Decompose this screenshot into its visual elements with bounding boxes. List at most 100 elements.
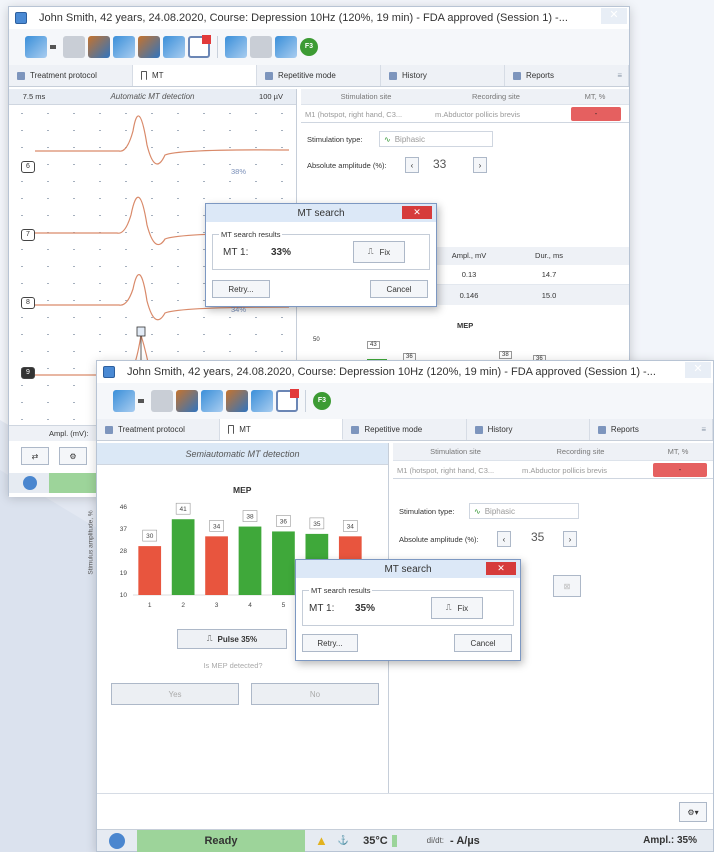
tab-history[interactable]: History <box>381 65 505 86</box>
patient-icon[interactable] <box>113 390 135 412</box>
table-row[interactable]: 0.146 15.0 <box>429 285 629 305</box>
export-icon[interactable] <box>138 36 160 58</box>
clear-button[interactable]: ⊠ <box>553 575 581 597</box>
close-button[interactable]: ✕ <box>685 362 711 378</box>
no-button[interactable]: No <box>251 683 379 705</box>
stimulation-site-cell: M1 (hotspot, right hand, C3... <box>397 465 495 475</box>
info-icon[interactable] <box>109 832 125 849</box>
report-icon[interactable] <box>251 390 273 412</box>
mt-pulse-icon <box>228 424 235 434</box>
tab-treatment-protocol[interactable]: Treatment protocol <box>97 419 221 440</box>
cancel-button[interactable]: Cancel <box>370 280 428 298</box>
didt-value: - A/µs <box>450 834 480 847</box>
amp-decrease-button[interactable]: ‹ <box>497 531 511 547</box>
tabs-menu-icon[interactable]: ≡ <box>701 425 706 434</box>
tab-reports[interactable]: Reports ≡ <box>590 419 714 440</box>
settings-tool-button[interactable]: ⚙ <box>59 447 87 465</box>
tab-repetitive-mode[interactable]: Repetitive mode <box>257 65 381 86</box>
amp-scale-select[interactable]: 100 µV <box>246 92 296 101</box>
coil-icon[interactable] <box>225 36 247 58</box>
session-icon[interactable] <box>88 36 110 58</box>
mt-value-cell[interactable]: - <box>571 107 621 121</box>
dialog-close-button[interactable]: ✕ <box>402 206 432 219</box>
document-icon[interactable] <box>113 36 135 58</box>
stim-type-select[interactable]: ∿ Biphasic <box>379 131 493 147</box>
disabled-tool-icon <box>151 390 173 412</box>
amp-increase-button[interactable]: › <box>563 531 577 547</box>
biphasic-icon: ∿ <box>384 134 391 144</box>
table-row[interactable]: M1 (hotspot, right hand, C3... m.Abducto… <box>393 461 713 479</box>
ready-status: Ready <box>137 829 305 852</box>
report-icon[interactable] <box>163 36 185 58</box>
session-icon[interactable] <box>176 390 198 412</box>
y-axis-label: Stimulus amplitude, % <box>87 510 95 575</box>
gauge-icon[interactable] <box>250 36 272 58</box>
channel-7-button[interactable]: 7 <box>21 229 35 241</box>
mep-tick-2: 43 <box>367 341 380 349</box>
retry-button[interactable]: Retry... <box>302 634 358 652</box>
coil-temp-icon: ⚓ <box>337 835 350 845</box>
dur-cell: 14.7 <box>541 270 557 279</box>
tab-treatment-protocol[interactable]: Treatment protocol <box>9 65 133 86</box>
col-mt: MT, % <box>584 92 606 101</box>
amp-increase-button[interactable]: › <box>473 157 487 173</box>
didt-label: di/dt: <box>426 836 445 845</box>
mep-bar <box>205 536 228 595</box>
tab-mt[interactable]: MT <box>133 65 257 86</box>
tab-mt[interactable]: MT <box>220 419 344 440</box>
table-row[interactable]: 0.13 14.7 <box>429 265 629 285</box>
tabs-menu-icon[interactable]: ≡ <box>617 71 622 80</box>
waveform-icon[interactable] <box>275 36 297 58</box>
y-tick-label: 10 <box>120 592 128 599</box>
pulse-button[interactable]: ⎍ Pulse 35% <box>177 629 287 649</box>
dropdown-arrow-icon[interactable] <box>50 45 56 49</box>
biphasic-icon: ∿ <box>474 506 481 516</box>
stim-type-select[interactable]: ∿ Biphasic <box>469 503 579 519</box>
ampl-label: Ampl. (mV): <box>49 429 89 438</box>
close-session-icon[interactable] <box>188 35 211 58</box>
history-icon <box>474 425 483 434</box>
pulse-icon: ⎍ <box>367 247 374 256</box>
col-recording-site: Recording site <box>472 92 520 101</box>
auto-scale-button[interactable]: ⇄ <box>21 447 49 465</box>
tab-repetitive-mode[interactable]: Repetitive mode <box>343 419 467 440</box>
tab-reports[interactable]: Reports ≡ <box>505 65 629 86</box>
bar-value-label: 35 <box>313 521 321 528</box>
fix-button[interactable]: ⎍ Fix <box>353 241 405 263</box>
info-icon[interactable] <box>23 476 37 490</box>
close-button[interactable]: ✕ <box>601 8 627 24</box>
mt-value-cell[interactable]: - <box>653 463 707 477</box>
retry-button[interactable]: Retry... <box>212 280 270 298</box>
document-icon[interactable] <box>201 390 223 412</box>
bar-value-label: 38 <box>246 514 254 521</box>
settings-menu-button[interactable]: ⚙▾ <box>679 802 707 822</box>
channel-8-button[interactable]: 8 <box>21 297 35 309</box>
tab-history[interactable]: History <box>467 419 590 440</box>
abs-amp-value[interactable]: 35 <box>531 530 544 544</box>
mt-detection-header: Semiautomatic MT detection <box>97 443 388 465</box>
table-row[interactable]: M1 (hotspot, right hand, C3... m.Abducto… <box>301 105 629 123</box>
patient-icon[interactable] <box>25 36 47 58</box>
yes-button[interactable]: Yes <box>111 683 239 705</box>
abs-amp-value[interactable]: 33 <box>433 157 446 171</box>
x-tick-label: 2 <box>181 602 185 609</box>
time-scale-select[interactable]: 7.5 ms <box>9 92 59 101</box>
export-icon[interactable] <box>226 390 248 412</box>
f3-button[interactable]: F3 <box>300 38 318 56</box>
close-session-icon[interactable] <box>276 389 299 412</box>
col-mt: MT, % <box>667 447 689 456</box>
dur-cell: 15.0 <box>541 290 557 300</box>
dropdown-arrow-icon[interactable] <box>138 399 144 403</box>
channel-9-button[interactable]: 9 <box>21 367 35 379</box>
reports-icon <box>513 71 521 80</box>
amp-decrease-button[interactable]: ‹ <box>405 157 419 173</box>
fix-button[interactable]: ⎍ Fix <box>431 597 483 619</box>
cancel-button[interactable]: Cancel <box>454 634 512 652</box>
f3-button[interactable]: F3 <box>313 392 331 410</box>
dialog-close-button[interactable]: ✕ <box>486 562 516 575</box>
channel-6-button[interactable]: 6 <box>21 161 35 173</box>
abs-amp-label: Absolute amplitude (%): <box>399 535 479 544</box>
toolbar-divider <box>217 36 218 58</box>
repetitive-icon <box>351 425 360 434</box>
warning-icon[interactable]: ▲ <box>315 833 328 848</box>
